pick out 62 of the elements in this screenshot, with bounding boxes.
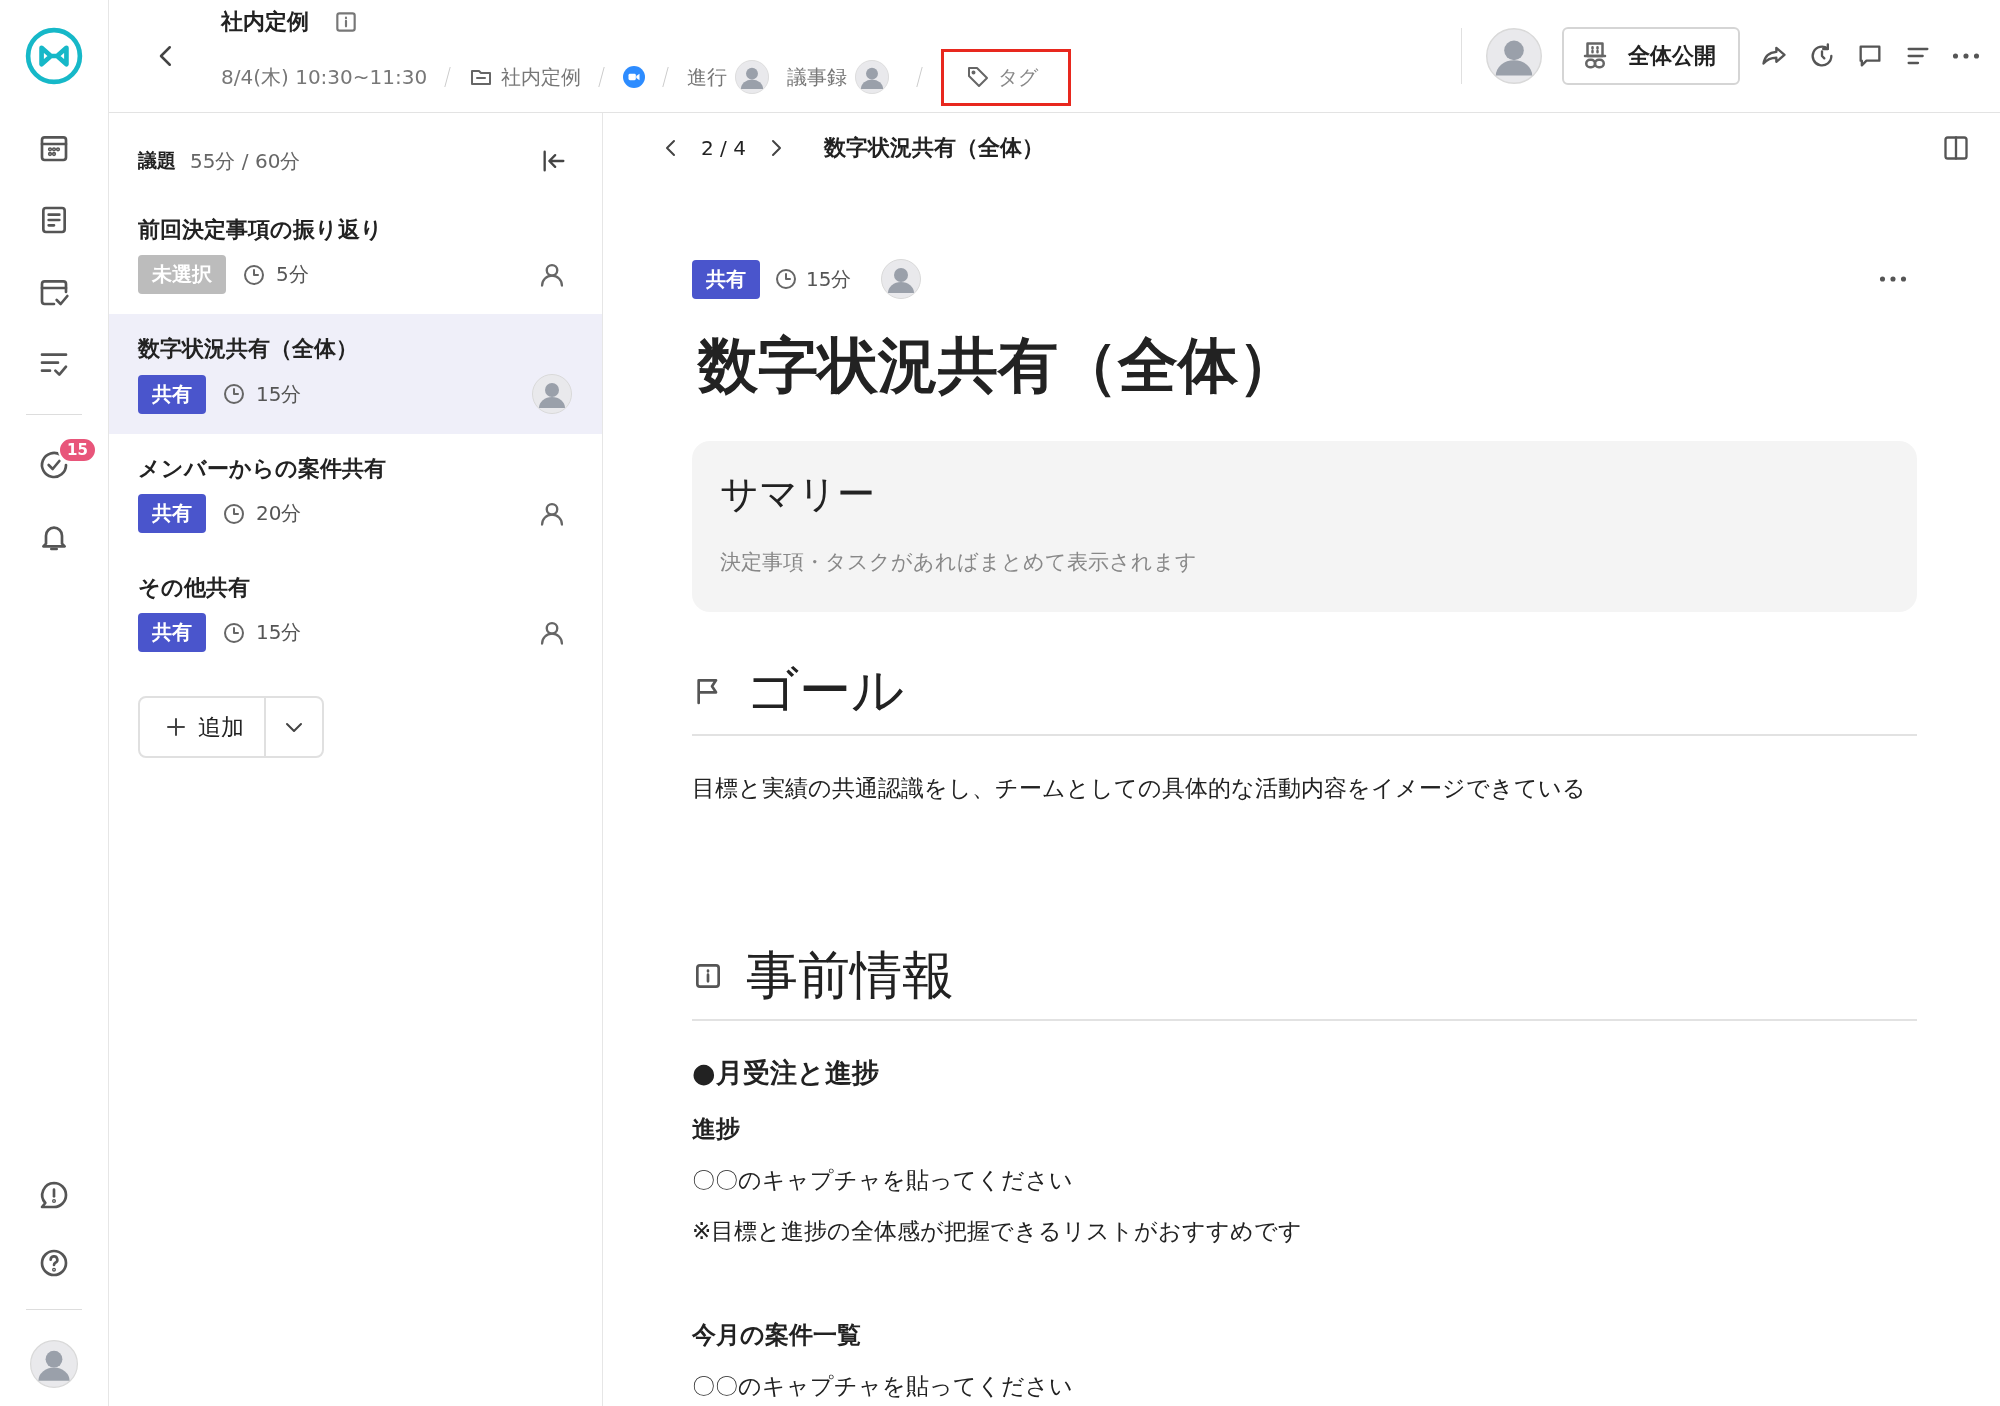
minutes-taker-avatar[interactable] [855, 60, 890, 94]
clock-icon [222, 382, 246, 406]
block-title: ●月受注と進捗 [692, 1056, 880, 1090]
agenda-item[interactable]: 前回決定事項の振り返り 未選択 5分 [109, 195, 602, 314]
meeting-datetime: 8/4(木) 10:30~11:30 [221, 63, 428, 91]
duration-text: 20分 [256, 500, 302, 527]
facilitator-label: 進行 [687, 63, 728, 91]
agenda-item[interactable]: メンバーからの案件共有 共有 20分 [109, 434, 602, 553]
page-title: 数字状況共有（全体） [823, 134, 1044, 162]
tag-field[interactable]: タグ [941, 48, 1072, 106]
user-avatar[interactable] [30, 1340, 78, 1388]
section-heading: 事前情報 [746, 944, 954, 1007]
agenda-item-title: 前回決定事項の振り返り [138, 216, 384, 244]
duration-text: 15分 [256, 619, 302, 646]
plus-icon [164, 715, 188, 739]
folder-name[interactable]: 社内定例 [501, 63, 582, 91]
split-view-icon[interactable] [1942, 134, 1970, 162]
body-text: 〇〇のキャプチャを貼ってください [692, 1372, 1074, 1401]
assignee-avatar[interactable] [881, 259, 922, 299]
feedback-icon[interactable] [38, 1179, 70, 1211]
block-subtitle: 進捗 [692, 1114, 741, 1145]
body-text: 目標と実績の共通認識をし、チームとしての具体的な活動内容をイメージできている [692, 774, 1587, 803]
count-badge: 15 [58, 437, 97, 463]
clock-icon [242, 262, 266, 287]
page-counter: 2 / 4 [701, 136, 746, 160]
duration-text: 15分 [256, 380, 302, 408]
agenda-item[interactable]: 数字状況共有（全体） 共有 15分 [109, 314, 602, 434]
meeting-title: 社内定例 [221, 7, 309, 36]
add-button[interactable]: 追加 [138, 696, 324, 758]
duration-text: 15分 [806, 265, 852, 293]
agenda-item[interactable]: その他共有 共有 15分 [109, 553, 602, 672]
agenda-item-title: その他共有 [138, 574, 251, 602]
owner-avatar[interactable] [1486, 28, 1542, 84]
tag-icon [966, 65, 991, 89]
more-icon[interactable] [1879, 274, 1907, 284]
more-icon[interactable] [1952, 51, 1980, 61]
summary-title: サマリー [720, 471, 876, 518]
status-tag: 共有 [138, 494, 206, 533]
agenda-item-title: メンバーからの案件共有 [138, 455, 387, 483]
clock-icon [222, 501, 246, 526]
task-check-icon[interactable] [38, 449, 70, 481]
status-tag: 共有 [138, 613, 206, 652]
clock-icon [222, 620, 246, 645]
clock-icon [774, 267, 798, 291]
agenda-label: 議題 [138, 148, 176, 173]
facilitator-avatar[interactable] [735, 60, 770, 94]
status-tag: 共有 [692, 259, 760, 299]
visibility-button[interactable]: 全体公開 [1562, 27, 1740, 85]
status-tag: 共有 [138, 374, 206, 414]
block-subtitle: 今月の案件一覧 [692, 1320, 862, 1351]
item-heading: 数字状況共有（全体） [698, 329, 1299, 402]
time-summary: 55分 / 60分 [190, 147, 301, 175]
section-heading: ゴール [746, 659, 904, 722]
status-tag: 未選択 [138, 255, 226, 294]
minutes-label: 議事録 [787, 63, 848, 91]
body-text: 〇〇のキャプチャを貼ってください [692, 1166, 1074, 1195]
body-text: ※目標と進捗の全体感が把握できるリストがおすすめです [692, 1217, 1304, 1246]
duration-text: 5分 [276, 261, 309, 288]
video-call-icon[interactable] [623, 66, 646, 88]
agenda-item-title: 数字状況共有（全体） [138, 335, 359, 363]
help-icon[interactable] [38, 1247, 70, 1279]
summary-note: 決定事項・タスクがあればまとめて表示されます [720, 549, 1198, 576]
